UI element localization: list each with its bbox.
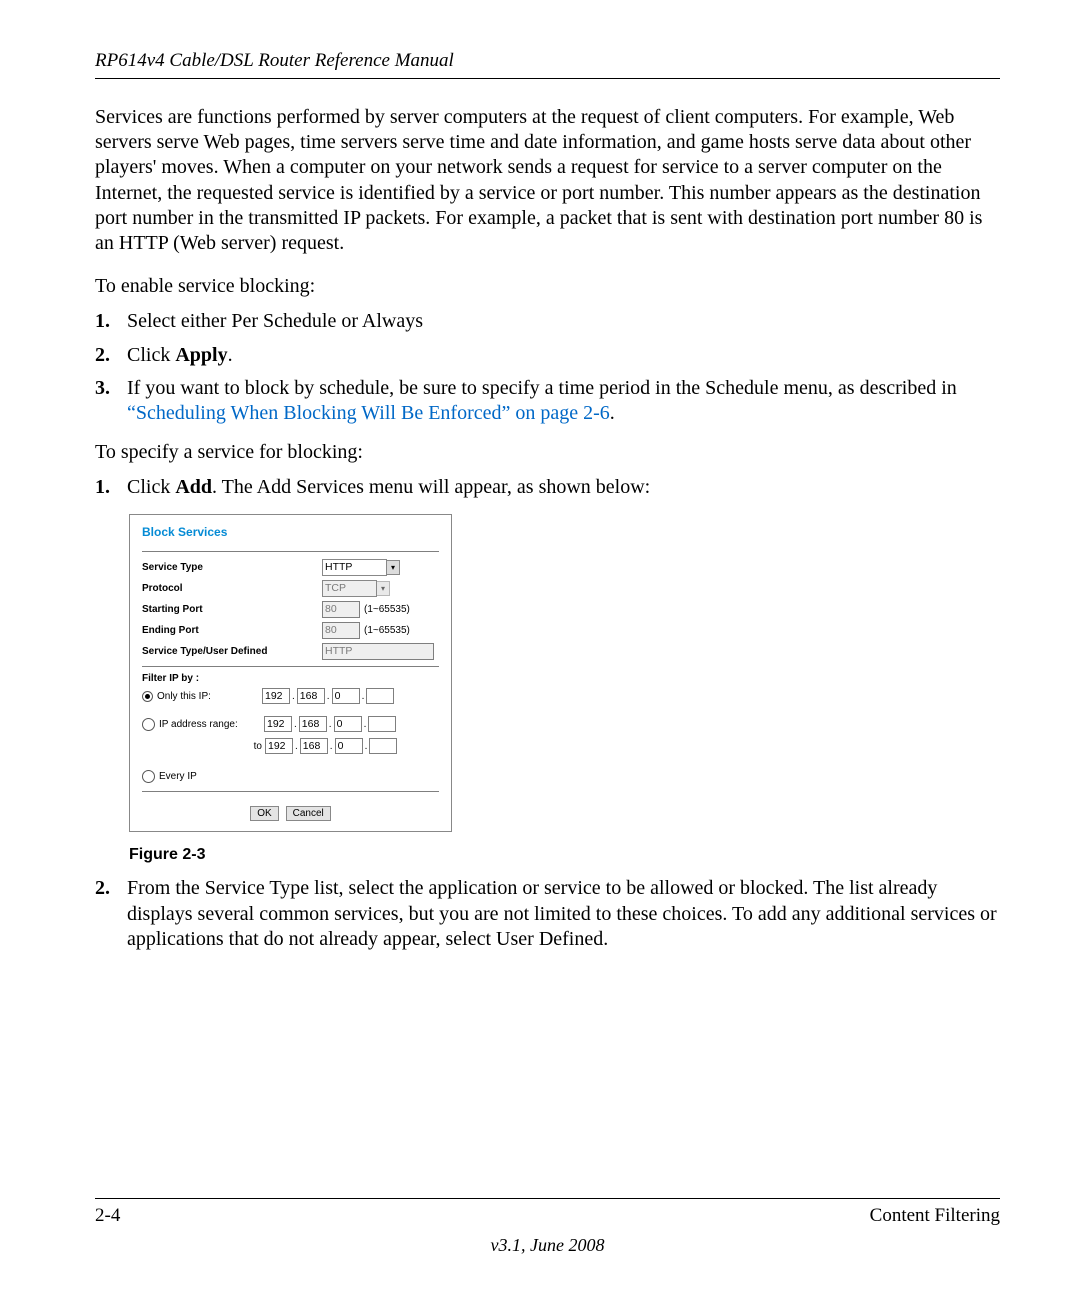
- page-footer: 2-4 Content Filtering v3.1, June 2008: [95, 1198, 1000, 1256]
- list-item: 3. If you want to block by schedule, be …: [95, 376, 1000, 426]
- ip-octet-input[interactable]: [369, 738, 397, 754]
- radio-range-label: IP address range:: [159, 719, 264, 730]
- label-user-defined: Service Type/User Defined: [142, 646, 322, 657]
- radio-only-this-ip-row: Only this IP: 192. 168. 0.: [142, 687, 439, 705]
- to-label: to: [244, 741, 265, 752]
- add-word: Add: [175, 476, 212, 498]
- list-item: 2. Click Apply.: [95, 343, 1000, 368]
- label-protocol: Protocol: [142, 583, 322, 594]
- cancel-button[interactable]: Cancel: [286, 806, 331, 821]
- radio-every-ip[interactable]: [142, 770, 155, 783]
- footer-rule: [95, 1198, 1000, 1199]
- ip-octet-input[interactable]: 192: [262, 688, 290, 704]
- list-number: 2.: [95, 343, 127, 368]
- protocol-select: TCP: [322, 580, 377, 597]
- block-services-panel: Block Services Service Type HTTP▾ Protoc…: [129, 514, 452, 832]
- list-text: Select either Per Schedule or Always: [127, 309, 1000, 334]
- panel-rule: [142, 666, 439, 667]
- ip-octet-input[interactable]: [368, 716, 396, 732]
- row-ending-port: Ending Port 80 (1~65535): [142, 621, 439, 639]
- list-text: Click Apply.: [127, 343, 1000, 368]
- ending-port-input: 80: [322, 622, 360, 639]
- list-text: From the Service Type list, select the a…: [127, 876, 1000, 952]
- radio-only-label: Only this IP:: [157, 691, 262, 702]
- intro-paragraph: Services are functions performed by serv…: [95, 105, 1000, 256]
- radio-ip-range[interactable]: [142, 718, 155, 731]
- ip-octet-input[interactable]: 0: [332, 688, 360, 704]
- range-from-group: 192. 168. 0.: [264, 716, 396, 732]
- radio-only-this-ip[interactable]: [142, 691, 153, 702]
- ip-octet-input[interactable]: 168: [297, 688, 325, 704]
- version-line: v3.1, June 2008: [95, 1235, 1000, 1256]
- row-service-type: Service Type HTTP▾: [142, 558, 439, 576]
- list-number: 1.: [95, 309, 127, 334]
- ip-octet-input[interactable]: 168: [299, 716, 327, 732]
- ip-octet-input[interactable]: 0: [334, 716, 362, 732]
- apply-word: Apply: [175, 344, 227, 366]
- section-name: Content Filtering: [870, 1205, 1000, 1227]
- radio-every-ip-row: Every IP: [142, 767, 439, 785]
- port-range-hint: (1~65535): [364, 625, 410, 636]
- service-type-select[interactable]: HTTP: [322, 559, 387, 576]
- list-item: 1. Click Add. The Add Services menu will…: [95, 475, 1000, 500]
- specify-lead: To specify a service for blocking:: [95, 440, 1000, 465]
- only-ip-group: 192. 168. 0.: [262, 688, 394, 704]
- list-text: Click Add. The Add Services menu will ap…: [127, 475, 1000, 500]
- radio-every-label: Every IP: [159, 771, 264, 782]
- panel-title: Block Services: [142, 525, 439, 539]
- label-service-type: Service Type: [142, 562, 322, 573]
- chevron-down-icon[interactable]: ▾: [386, 560, 400, 575]
- label-ending-port: Ending Port: [142, 625, 322, 636]
- schedule-link[interactable]: “Scheduling When Blocking Will Be Enforc…: [127, 402, 610, 424]
- list-item: 2. From the Service Type list, select th…: [95, 876, 1000, 952]
- ip-octet-input[interactable]: 192: [264, 716, 292, 732]
- filter-ip-label: Filter IP by :: [142, 673, 439, 684]
- panel-rule: [142, 551, 439, 552]
- user-defined-input: HTTP: [322, 643, 434, 660]
- specify-list-continued: 2. From the Service Type list, select th…: [95, 876, 1000, 952]
- list-number: 2.: [95, 876, 127, 952]
- ip-octet-input[interactable]: 168: [300, 738, 328, 754]
- enable-lead: To enable service blocking:: [95, 274, 1000, 299]
- figure-caption: Figure 2-3: [129, 846, 1000, 864]
- range-to-group: 192. 168. 0.: [265, 738, 397, 754]
- radio-ip-range-row: IP address range: 192. 168. 0.: [142, 715, 439, 733]
- panel-rule: [142, 791, 439, 792]
- label-starting-port: Starting Port: [142, 604, 322, 615]
- port-range-hint: (1~65535): [364, 604, 410, 615]
- starting-port-input: 80: [322, 601, 360, 618]
- row-user-defined: Service Type/User Defined HTTP: [142, 642, 439, 660]
- ok-button[interactable]: OK: [250, 806, 278, 821]
- list-number: 3.: [95, 376, 127, 426]
- specify-list: 1. Click Add. The Add Services menu will…: [95, 475, 1000, 500]
- enable-list: 1. Select either Per Schedule or Always …: [95, 309, 1000, 426]
- row-protocol: Protocol TCP▾: [142, 579, 439, 597]
- ip-octet-input[interactable]: 192: [265, 738, 293, 754]
- radio-ip-range-to-row: to 192. 168. 0.: [142, 737, 439, 755]
- ip-octet-input[interactable]: 0: [335, 738, 363, 754]
- row-starting-port: Starting Port 80 (1~65535): [142, 600, 439, 618]
- figure-wrap: Block Services Service Type HTTP▾ Protoc…: [129, 514, 1000, 832]
- list-number: 1.: [95, 475, 127, 500]
- button-row: OK Cancel: [142, 806, 439, 821]
- ip-octet-input[interactable]: [366, 688, 394, 704]
- page-number: 2-4: [95, 1205, 120, 1227]
- header-rule: [95, 78, 1000, 79]
- list-item: 1. Select either Per Schedule or Always: [95, 309, 1000, 334]
- page-header: RP614v4 Cable/DSL Router Reference Manua…: [95, 50, 1000, 72]
- list-text: If you want to block by schedule, be sur…: [127, 376, 1000, 426]
- chevron-down-icon: ▾: [376, 581, 390, 596]
